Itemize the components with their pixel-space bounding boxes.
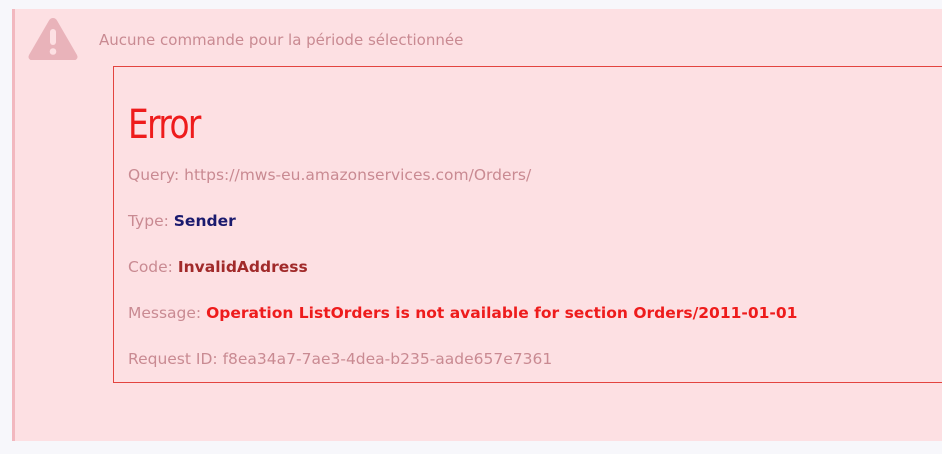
type-value: Sender	[173, 212, 236, 230]
error-details-box: Error Query: https://mws-eu.amazonservic…	[113, 66, 942, 383]
error-alert: Aucune commande pour la période sélectio…	[12, 9, 942, 441]
message-value: Operation ListOrders is not available fo…	[206, 304, 798, 322]
type-row: Type: Sender	[128, 211, 236, 231]
request-id-value: f8ea34a7-7ae3-4dea-b235-aade657e7361	[222, 350, 553, 368]
type-label: Type:	[128, 212, 169, 230]
alert-headline: Aucune commande pour la période sélectio…	[99, 31, 464, 49]
query-row: Query: https://mws-eu.amazonservices.com…	[128, 165, 531, 185]
code-row: Code: InvalidAddress	[128, 257, 308, 277]
error-title: Error	[128, 102, 201, 148]
request-id-label: Request ID:	[128, 350, 218, 368]
message-label: Message:	[128, 304, 202, 322]
request-id-row: Request ID: f8ea34a7-7ae3-4dea-b235-aade…	[128, 349, 552, 369]
code-value: InvalidAddress	[177, 258, 308, 276]
code-label: Code:	[128, 258, 173, 276]
warning-triangle-icon	[27, 15, 79, 63]
query-value: https://mws-eu.amazonservices.com/Orders…	[184, 166, 532, 184]
message-row: Message: Operation ListOrders is not ava…	[128, 303, 797, 323]
query-label: Query:	[128, 166, 180, 184]
